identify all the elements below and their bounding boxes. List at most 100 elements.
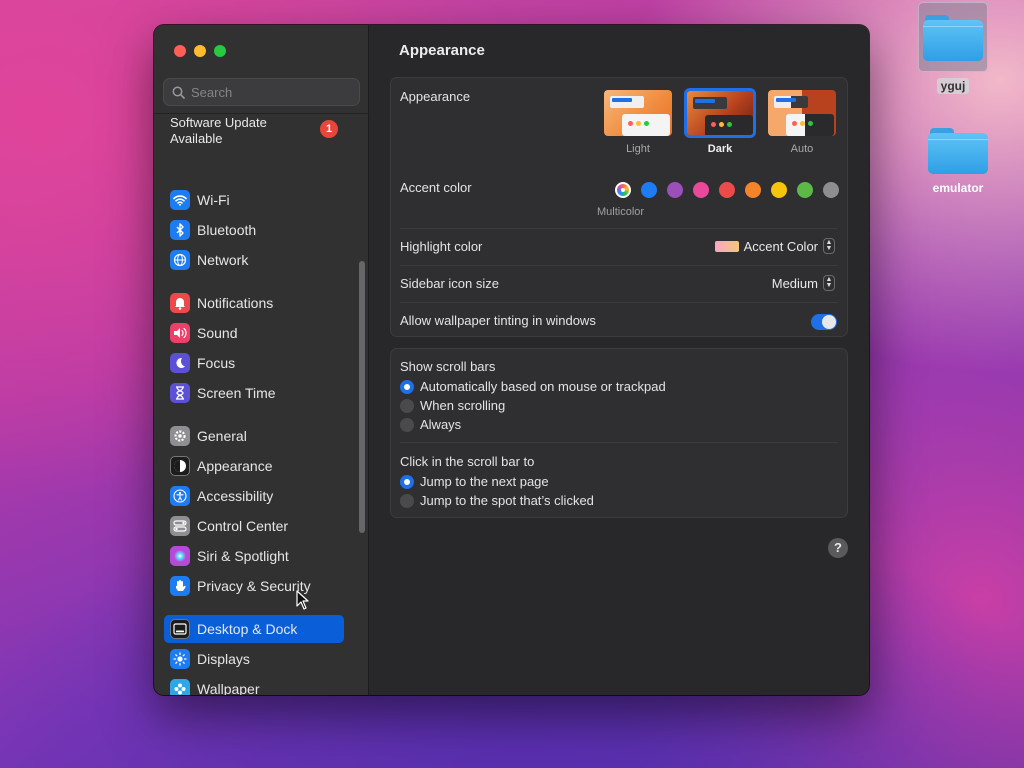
accent-swatch-5[interactable]: [745, 182, 761, 198]
search-icon: [172, 86, 185, 99]
wallpaper-tinting-toggle[interactable]: [811, 314, 837, 330]
system-settings-window: Software Update Available 1 Wi-Fi Bluetoo…: [154, 25, 869, 695]
appearance-icon: [170, 456, 190, 476]
sidebar-item-bluetooth[interactable]: Bluetooth: [164, 216, 344, 244]
help-button[interactable]: ?: [828, 538, 848, 558]
search-input[interactable]: [191, 84, 341, 100]
radio-label: Jump to the next page: [420, 474, 549, 489]
theme-dark-option[interactable]: Dark: [684, 88, 756, 155]
radio-button: [400, 493, 414, 508]
folder-icon: [923, 15, 983, 61]
gear-icon: [170, 426, 190, 446]
folder-icon: [928, 128, 988, 174]
sidebar-item-privacy-security[interactable]: Privacy & Security: [164, 572, 344, 600]
sidebar-item-control-center[interactable]: Control Center: [164, 512, 344, 540]
radio-label: Jump to the spot that’s clicked: [420, 493, 594, 508]
close-button[interactable]: [174, 45, 186, 57]
theme-auto-option[interactable]: Auto: [766, 88, 838, 155]
sidebar-item-label: Desktop & Dock: [197, 621, 298, 637]
hand-icon: [170, 576, 190, 596]
radio-button: [400, 379, 414, 394]
sidebar-item-label: Notifications: [197, 295, 274, 311]
sidebar-item-screen-time[interactable]: Screen Time: [164, 379, 344, 407]
accent-color-swatches: [615, 182, 839, 198]
radio-button: [400, 398, 414, 413]
sidebar-item-label: Network: [197, 252, 249, 268]
sidebar-item-label: Siri & Spotlight: [197, 548, 289, 564]
sidebar-item-appearance[interactable]: Appearance: [164, 452, 344, 480]
accent-swatch-6[interactable]: [771, 182, 787, 198]
sidebar-icon-size-popup[interactable]: Medium ▲ ▼: [772, 275, 835, 291]
radio-label: When scrolling: [420, 398, 506, 413]
sidebar-item-wallpaper[interactable]: Wallpaper: [164, 675, 344, 695]
sidebar-item-label: Sound: [197, 325, 238, 341]
sidebar-item-label: Privacy & Security: [197, 578, 311, 594]
accent-swatch-8[interactable]: [823, 182, 839, 198]
sidebar-item-focus[interactable]: Focus: [164, 349, 344, 377]
sidebar-item-displays[interactable]: Displays: [164, 645, 344, 673]
sidebar-item-notifications[interactable]: Notifications: [164, 289, 344, 317]
accent-color-label: Accent color: [400, 180, 472, 195]
sidebar-item-desktop-dock[interactable]: Desktop & Dock: [164, 615, 344, 643]
sidebar-item-label: Appearance: [197, 458, 273, 474]
theme-light-option[interactable]: Light: [602, 88, 674, 155]
show-scroll-bars-label: Show scroll bars: [400, 359, 496, 374]
sidebar-item-label: Wi-Fi: [197, 192, 230, 208]
scroll-always-radio[interactable]: Always: [400, 417, 461, 432]
sidebar-item-general[interactable]: General: [164, 422, 344, 450]
sidebar-item-network[interactable]: Network: [164, 246, 344, 274]
sidebar-item-label: Bluetooth: [197, 222, 257, 238]
accent-selected-name: Multicolor: [597, 206, 645, 218]
accent-swatch-7[interactable]: [797, 182, 813, 198]
content-pane: Appearance Appearance Light Dark Auto Ac…: [369, 25, 869, 695]
radio-button: [400, 474, 414, 489]
theme-light-thumbnail: [602, 88, 674, 138]
software-update-item[interactable]: Software Update Available 1: [170, 115, 360, 147]
desktop-folder-label: yguj: [936, 78, 970, 94]
control-center-icon: [170, 516, 190, 536]
dock-icon: [170, 619, 190, 639]
wifi-icon: [170, 190, 190, 210]
highlight-color-value: Accent Color: [743, 238, 818, 254]
sidebar-scrollbar[interactable]: [359, 261, 365, 533]
folder-wrap: [918, 2, 988, 72]
jump-to-spot-radio[interactable]: Jump to the spot that’s clicked: [400, 493, 594, 508]
sidebar-item-label: Focus: [197, 355, 236, 371]
scroll-when-scrolling-radio[interactable]: When scrolling: [400, 398, 505, 413]
mouse-pointer-icon: [296, 590, 309, 610]
hourglass-icon: [170, 383, 190, 403]
sidebar-icon-size-label: Sidebar icon size: [400, 276, 499, 291]
chevron-updown-icon: ▲ ▼: [823, 238, 835, 254]
sidebar-item-accessibility[interactable]: Accessibility: [164, 482, 344, 510]
desktop-folder-emulator[interactable]: emulator: [918, 128, 998, 197]
sidebar-list: Software Update Available 1 Wi-Fi Bluetoo…: [154, 113, 369, 695]
accessibility-icon: [170, 486, 190, 506]
zoom-button[interactable]: [214, 45, 226, 57]
sidebar-item-label: Control Center: [197, 518, 289, 534]
search-field[interactable]: [163, 78, 360, 106]
siri-icon: [170, 546, 190, 566]
sidebar-item-siri-spotlight[interactable]: Siri & Spotlight: [164, 542, 344, 570]
desktop-folder-label: emulator: [932, 181, 984, 195]
theme-auto-label: Auto: [790, 143, 814, 155]
accent-swatch-4[interactable]: [719, 182, 735, 198]
accent-swatch-multicolor[interactable]: [615, 182, 631, 198]
jump-next-page-radio[interactable]: Jump to the next page: [400, 474, 549, 489]
network-globe-icon: [170, 250, 190, 270]
accent-swatch-3[interactable]: [693, 182, 709, 198]
sidebar-item-label: General: [197, 428, 247, 444]
sidebar-item-label: Wallpaper: [197, 681, 260, 695]
sidebar-item-wi-fi[interactable]: Wi-Fi: [164, 186, 344, 214]
radio-label: Automatically based on mouse or trackpad: [420, 379, 666, 394]
scroll-auto-radio[interactable]: Automatically based on mouse or trackpad: [400, 379, 666, 394]
minimize-button[interactable]: [194, 45, 206, 57]
theme-dark-thumbnail: [684, 88, 756, 138]
highlight-color-popup[interactable]: Accent Color ▲ ▼: [714, 238, 835, 254]
accent-swatch-1[interactable]: [641, 182, 657, 198]
sidebar-item-label: Screen Time: [197, 385, 276, 401]
sidebar-item-sound[interactable]: Sound: [164, 319, 344, 347]
sidebar-item-label: Accessibility: [197, 488, 274, 504]
desktop-folder-yguj[interactable]: yguj: [913, 2, 993, 95]
appearance-label: Appearance: [400, 89, 471, 104]
accent-swatch-2[interactable]: [667, 182, 683, 198]
